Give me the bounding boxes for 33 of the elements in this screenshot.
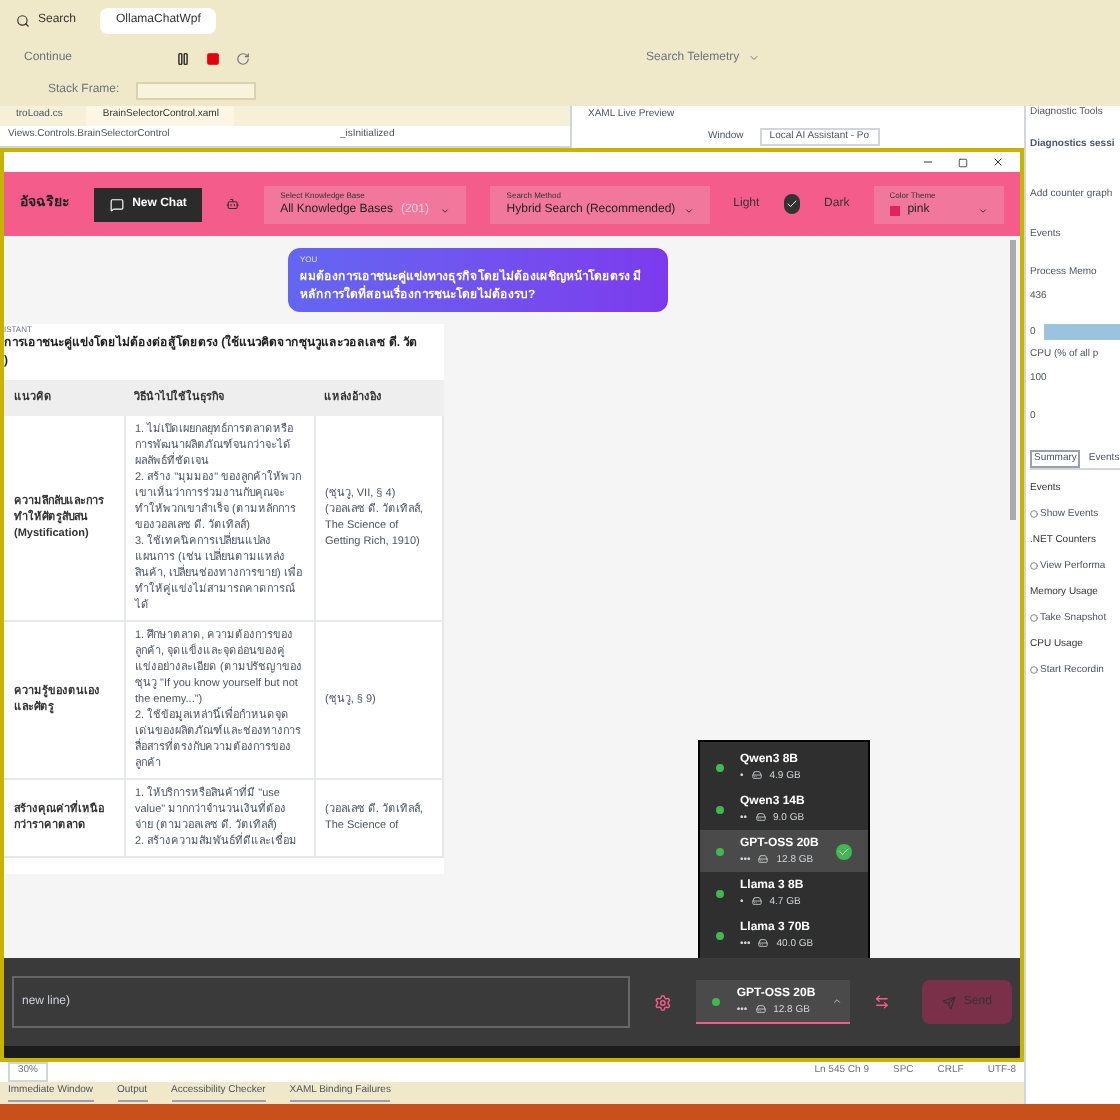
- swap-icon[interactable]: [873, 994, 890, 1010]
- restart-icon[interactable]: [236, 51, 251, 65]
- drive-icon: [758, 854, 769, 864]
- search-icon: [16, 13, 30, 27]
- stop-icon[interactable]: [206, 51, 221, 65]
- drive-icon: [755, 812, 766, 822]
- minimize-icon[interactable]: [922, 156, 934, 168]
- stack-frame-field[interactable]: [135, 82, 256, 100]
- pause-icon[interactable]: [176, 51, 191, 65]
- scrollbar-thumb[interactable]: [1010, 240, 1016, 520]
- chevron-down-icon: [978, 205, 988, 215]
- chevron-down-icon: [683, 205, 694, 215]
- send-icon: [941, 995, 956, 1009]
- close-icon[interactable]: [992, 156, 1004, 168]
- circle-icon: [1030, 614, 1038, 623]
- memory-graph: [1043, 324, 1120, 340]
- drive-icon: [755, 1004, 766, 1014]
- circle-icon: [1030, 510, 1038, 519]
- circle-icon: [1030, 562, 1038, 571]
- circle-icon: [1030, 666, 1038, 675]
- chevron-up-icon: [831, 996, 842, 1006]
- drive-icon: [751, 770, 762, 780]
- drive-icon: [751, 896, 762, 906]
- check-icon: [836, 843, 852, 859]
- robot-icon: [226, 196, 241, 212]
- chevron-down-icon: [440, 205, 451, 215]
- brain-settings-icon[interactable]: [654, 993, 673, 1011]
- maximize-icon[interactable]: [958, 157, 968, 167]
- chat-icon: [110, 197, 125, 211]
- drive-icon: [758, 938, 769, 948]
- check-icon: [785, 198, 798, 210]
- chevron-down-icon: [747, 52, 760, 64]
- theme-toggle[interactable]: [783, 194, 801, 214]
